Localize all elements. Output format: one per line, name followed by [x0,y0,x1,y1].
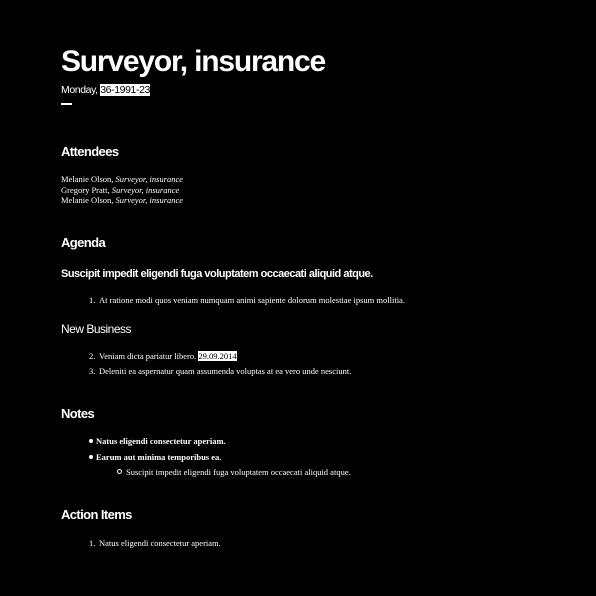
new-business-list-item: 3. Deleniti ea aspernatur quam assumenda … [89,366,351,377]
item-text: At ratione modi quos veniam numquam anim… [99,295,405,305]
attendee-role: Surveyor, insurance [115,195,184,205]
item-text: Natus eligendi consectetur aperiam. [96,436,226,446]
meeting-weekday: Monday, [61,84,98,96]
agenda-list-item: 1. At ratione modi quos veniam numquam an… [89,295,405,306]
attendee-name: Melanie Olson, [61,174,114,184]
attendee-item: Melanie Olson, Surveyor, insurance [61,195,183,206]
attendee-role: Surveyor, insurance [115,174,184,184]
attendee-name: Melanie Olson, [61,195,114,205]
agenda-subheading: Suscipit impedit eligendi fuga voluptate… [61,268,373,280]
bullet-icon [89,455,93,459]
notes-list-item: Natus eligendi consectetur aperiam. [89,436,226,447]
item-text: Deleniti ea aspernatur quam assumenda vo… [99,366,352,376]
item-number: 3. [89,366,96,376]
item-number: 1. [89,538,96,548]
item-number: 1. [89,295,96,305]
meeting-date: Monday, 36-1991-23 [61,84,150,97]
notes-list-item: Earum aut minima temporibus ea. [89,452,221,463]
item-date: 29.09.2014 [198,351,237,361]
item-text: Suscipit impedit eligendi fuga voluptate… [126,467,351,477]
hollow-bullet-icon [117,469,122,474]
action-items-heading: Action Items [61,507,132,522]
new-business-list-item: 2. Veniam dicta pariatur libero. 29.09.20… [89,351,237,362]
notes-sublist-item: Suscipit impedit eligendi fuga voluptate… [117,467,351,478]
notes-heading: Notes [61,406,95,421]
document-title: Surveyor, insurance [61,45,326,78]
item-text: Earum aut minima temporibus ea. [96,452,222,462]
title-divider [61,103,72,105]
item-text: Natus eligendi consectetur aperiam. [99,538,221,548]
new-business-heading: New Business [61,322,132,336]
attendees-heading: Attendees [61,144,119,159]
attendee-item: Gregory Pratt, Surveyor, insurance [61,185,183,196]
action-list-item: 1. Natus eligendi consectetur aperiam. [89,538,221,549]
item-text: Veniam dicta pariatur libero. [99,351,197,361]
agenda-heading: Agenda [61,235,106,250]
attendee-name: Gregory Pratt, [61,184,110,195]
attendee-list: Melanie Olson, Surveyor, insurance Grego… [61,174,183,206]
bullet-icon [89,439,93,443]
attendee-role: Surveyor, insurance [111,184,180,195]
meeting-date-value: 36-1991-23 [100,84,150,96]
attendee-item: Melanie Olson, Surveyor, insurance [61,174,183,185]
item-number: 2. [89,351,96,361]
